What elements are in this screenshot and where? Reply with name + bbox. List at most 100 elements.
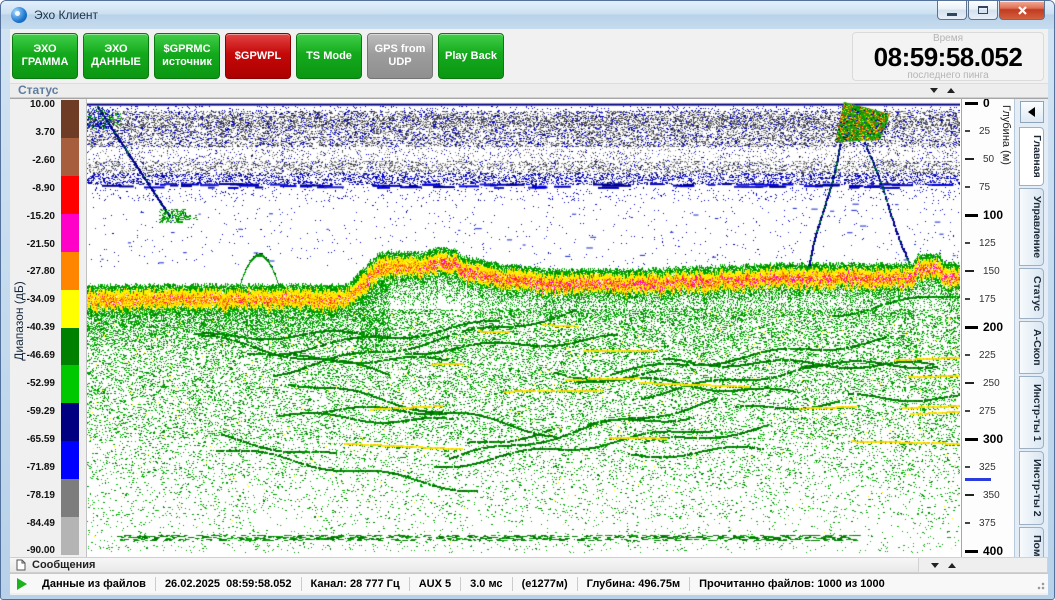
- colorbar-block: [61, 328, 79, 366]
- maximize-button[interactable]: [968, 1, 998, 20]
- depth-tick: [965, 382, 974, 384]
- colorbar-tick-label: 3.70: [10, 127, 55, 138]
- toolbar-button-2[interactable]: ЭХОДАННЫЕ: [83, 33, 149, 79]
- chevron-left-icon: [1028, 107, 1035, 117]
- scroll-up-icon[interactable]: [948, 563, 956, 568]
- colorbar: [61, 100, 79, 555]
- depth-tick-label: 275: [979, 406, 996, 417]
- depth-tick-label: 75: [979, 182, 990, 193]
- window-title: Эхо Клиент: [34, 8, 98, 22]
- colorbar-block: [61, 365, 79, 403]
- scroll-down-icon[interactable]: [931, 563, 939, 568]
- sidebar-tab-6[interactable]: Инстр-ты 2: [1019, 451, 1044, 525]
- sidebar-tab-3[interactable]: Статус: [1019, 268, 1044, 319]
- colorbar-tick-label: -21.50: [10, 239, 55, 250]
- color-scale-panel: Диапазон (дБ) 10.003.70-2.60-8.90-15.20-…: [10, 99, 86, 558]
- depth-tick: [965, 326, 978, 329]
- depth-tick: [965, 186, 970, 188]
- status-segment-1: Данные из файлов: [33, 577, 155, 591]
- depth-tick-label: 375: [979, 518, 996, 529]
- sidebar-tab-4[interactable]: А-Скоп: [1019, 321, 1044, 374]
- scroll-up-icon[interactable]: [947, 88, 955, 93]
- depth-tick-label: 0: [983, 99, 990, 110]
- depth-axis-title: Глубина (м): [1000, 105, 1012, 165]
- app-window: Эхо Клиент ЭХОГРАММАЭХОДАННЫЕ$GPRMCисточ…: [0, 0, 1055, 600]
- depth-tick-label: 325: [979, 462, 996, 473]
- app-icon: [11, 7, 27, 23]
- colorbar-tick-label: -90.00: [10, 545, 55, 556]
- colorbar-block: [61, 479, 79, 517]
- depth-tick: [965, 466, 970, 468]
- depth-tick: [965, 494, 974, 496]
- resize-grip[interactable]: [1035, 580, 1045, 590]
- colorbar-block: [61, 441, 79, 479]
- minimize-button[interactable]: [937, 1, 967, 20]
- toolbar-button-1[interactable]: ЭХОГРАММА: [12, 33, 78, 79]
- depth-tick: [965, 270, 974, 272]
- depth-tick-label: 225: [979, 350, 996, 361]
- clock-time: 08:59:58.052: [853, 44, 1043, 70]
- colorbar-tick-label: -52.99: [10, 378, 55, 389]
- sidebar-tab-2[interactable]: Управление: [1019, 188, 1044, 266]
- colorbar-tick-label: -2.60: [10, 155, 55, 166]
- toolbar-button-5[interactable]: TS Mode: [296, 33, 362, 79]
- status-segments: Данные из файлов26.02.2025 08:59:58.052К…: [33, 577, 894, 591]
- toolbar-button-6[interactable]: GPS fromUDP: [367, 33, 433, 79]
- depth-tick: [965, 158, 974, 160]
- depth-tick-label: 50: [983, 154, 994, 165]
- depth-tick-label: 100: [983, 208, 1003, 222]
- colorbar-tick-label: -71.89: [10, 462, 55, 473]
- colorbar-block: [61, 290, 79, 328]
- status-segment-4: AUX 5: [409, 577, 460, 591]
- colorbar-labels: 10.003.70-2.60-8.90-15.20-21.50-27.80-34…: [10, 99, 57, 558]
- status-segment-7: Глубина: 496.75м: [577, 577, 689, 591]
- depth-marker: [965, 478, 991, 481]
- colorbar-block: [61, 403, 79, 441]
- depth-tick: [965, 242, 970, 244]
- depth-tick: [965, 214, 978, 217]
- depth-tick: [965, 438, 978, 441]
- depth-tick-label: 300: [983, 432, 1003, 446]
- depth-tick: [965, 130, 970, 132]
- depth-scale: 0255075100125150175200225250275300325350…: [961, 99, 1014, 558]
- toolbar-button-7[interactable]: Play Back: [438, 33, 504, 79]
- status-bar: Данные из файлов26.02.2025 08:59:58.052К…: [10, 573, 1048, 593]
- depth-tick: [965, 298, 970, 300]
- status-header-row: Статус: [10, 84, 1048, 98]
- title-bar[interactable]: Эхо Клиент: [1, 1, 1054, 29]
- depth-tick-label: 125: [979, 238, 996, 249]
- sidebar-tab-1[interactable]: Главная: [1019, 127, 1044, 186]
- colorbar-tick-label: -46.69: [10, 350, 55, 361]
- status-segment-2: 26.02.2025 08:59:58.052: [155, 577, 301, 591]
- colorbar-block: [61, 252, 79, 290]
- depth-spin-bottom: [918, 557, 1048, 573]
- depth-tick: [965, 410, 970, 412]
- play-icon: [17, 578, 27, 590]
- messages-panel-header[interactable]: Сообщения: [10, 557, 918, 573]
- colorbar-block: [61, 214, 79, 252]
- sidebar-tab-7[interactable]: Помощь: [1019, 527, 1044, 558]
- colorbar-tick-label: -84.49: [10, 518, 55, 529]
- depth-tick-label: 200: [983, 320, 1003, 334]
- maximize-icon: [978, 6, 988, 14]
- depth-tick-label: 150: [983, 266, 1000, 277]
- client-area: ЭХОГРАММАЭХОДАННЫЕ$GPRMCисточник$GPWPLTS…: [10, 29, 1048, 595]
- colorbar-block: [61, 100, 79, 138]
- depth-tick-label: 250: [983, 378, 1000, 389]
- status-segment-3: Канал: 28 777 Гц: [301, 577, 409, 591]
- depth-spin-top: [918, 84, 1048, 98]
- echogram-panel: [86, 99, 961, 558]
- toolbar-button-4[interactable]: $GPWPL: [225, 33, 291, 79]
- status-segment-5: 3.0 мс: [460, 577, 511, 591]
- depth-tick-label: 400: [983, 544, 1003, 558]
- toolbar-buttons: ЭХОГРАММАЭХОДАННЫЕ$GPRMCисточник$GPWPLTS…: [12, 33, 504, 79]
- scroll-down-icon[interactable]: [930, 88, 938, 93]
- toolbar-button-3[interactable]: $GPRMCисточник: [154, 33, 220, 79]
- main-content: Диапазон (дБ) 10.003.70-2.60-8.90-15.20-…: [10, 98, 1048, 557]
- collapse-tabs-button[interactable]: [1020, 101, 1044, 123]
- sidebar-tab-5[interactable]: Инстр-ты 1: [1019, 376, 1044, 450]
- echogram-canvas[interactable]: [87, 99, 960, 558]
- status-panel-header[interactable]: Статус: [10, 84, 918, 98]
- depth-tick: [965, 354, 970, 356]
- close-button[interactable]: [999, 1, 1045, 20]
